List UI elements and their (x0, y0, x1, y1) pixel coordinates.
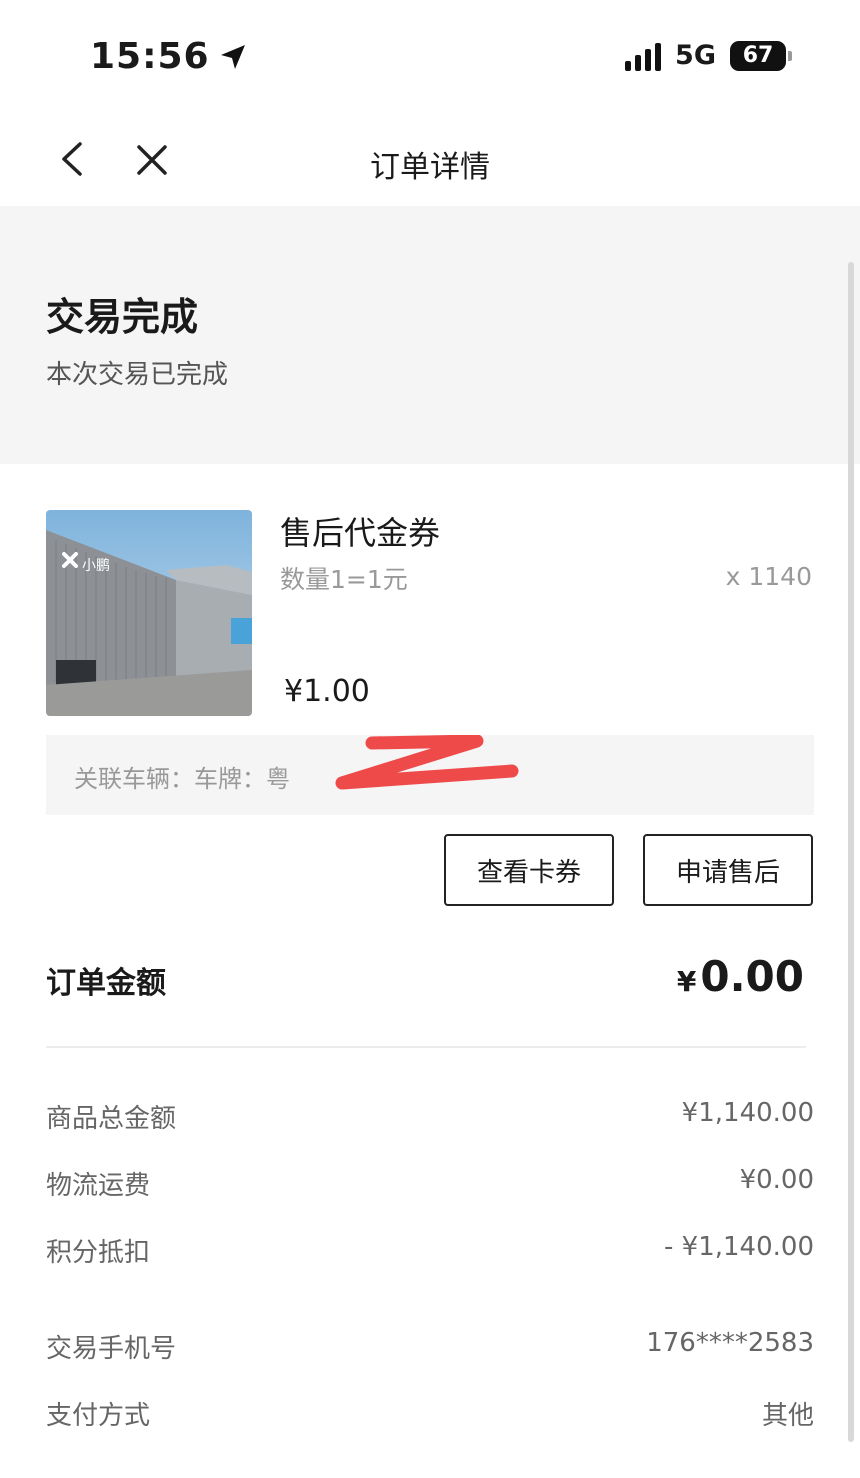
detail-row-phone: 交易手机号 176****2583 (46, 1328, 814, 1368)
product-quantity: x 1140 (725, 562, 812, 591)
linked-vehicle-label: 关联车辆：车牌：粤 (74, 765, 290, 793)
detail-value: ¥0.00 (739, 1165, 814, 1195)
network-type: 5G (675, 40, 716, 71)
status-indicators: 5G 67 (625, 40, 792, 71)
order-status-section: 交易完成 本次交易已完成 (0, 206, 860, 464)
product-price: ¥1.00 (284, 674, 370, 709)
location-arrow-icon (220, 44, 245, 69)
scrollbar[interactable] (848, 262, 854, 1442)
product-image[interactable]: 小鹏 (46, 510, 252, 716)
detail-value: 176****2583 (646, 1328, 814, 1358)
currency-symbol: ¥ (676, 965, 697, 998)
apply-aftersale-button[interactable]: 申请售后 (643, 834, 813, 906)
product-name[interactable]: 售后代金券 (280, 508, 440, 554)
detail-value: 其他 (761, 1401, 814, 1431)
detail-label: 商品总金额 (46, 1104, 177, 1134)
product-spec: 数量1=1元 (280, 565, 408, 594)
divider (46, 1046, 806, 1048)
order-total-value: ¥ 0.00 (677, 952, 804, 1001)
view-coupon-button[interactable]: 查看卡券 (444, 834, 614, 906)
order-total-label: 订单金额 (46, 966, 166, 1001)
order-status-title: 交易完成 (46, 295, 199, 339)
order-total-amount: 0.00 (700, 952, 804, 1001)
redaction-scribble (335, 735, 519, 790)
signal-icon (625, 41, 662, 71)
clock-text: 15:56 (90, 36, 210, 77)
detail-row-shipping: 物流运费 ¥0.00 (46, 1165, 814, 1205)
detail-value: - ¥1,140.00 (664, 1232, 814, 1262)
image-caption: 小鹏 (82, 558, 110, 574)
battery-level: 67 (742, 43, 774, 68)
navigation-bar: 订单详情 (0, 110, 860, 206)
detail-label: 支付方式 (46, 1401, 151, 1431)
status-time: 15:56 (90, 36, 248, 77)
detail-row-points-deduction: 积分抵扣 - ¥1,140.00 (46, 1232, 814, 1272)
battery-icon: 67 (730, 40, 792, 71)
detail-row-goods-total: 商品总金额 ¥1,140.00 (46, 1098, 814, 1138)
page-title: 订单详情 (370, 150, 490, 185)
detail-label: 交易手机号 (46, 1334, 177, 1364)
detail-label: 积分抵扣 (46, 1238, 151, 1268)
detail-value: ¥1,140.00 (681, 1098, 814, 1128)
linked-vehicle-bar: 关联车辆：车牌：粤 (46, 735, 814, 815)
status-bar: 15:56 5G 67 (0, 0, 860, 110)
detail-label: 物流运费 (46, 1171, 151, 1201)
order-status-subtitle: 本次交易已完成 (46, 360, 229, 390)
detail-row-payment-method: 支付方式 其他 (46, 1395, 814, 1435)
